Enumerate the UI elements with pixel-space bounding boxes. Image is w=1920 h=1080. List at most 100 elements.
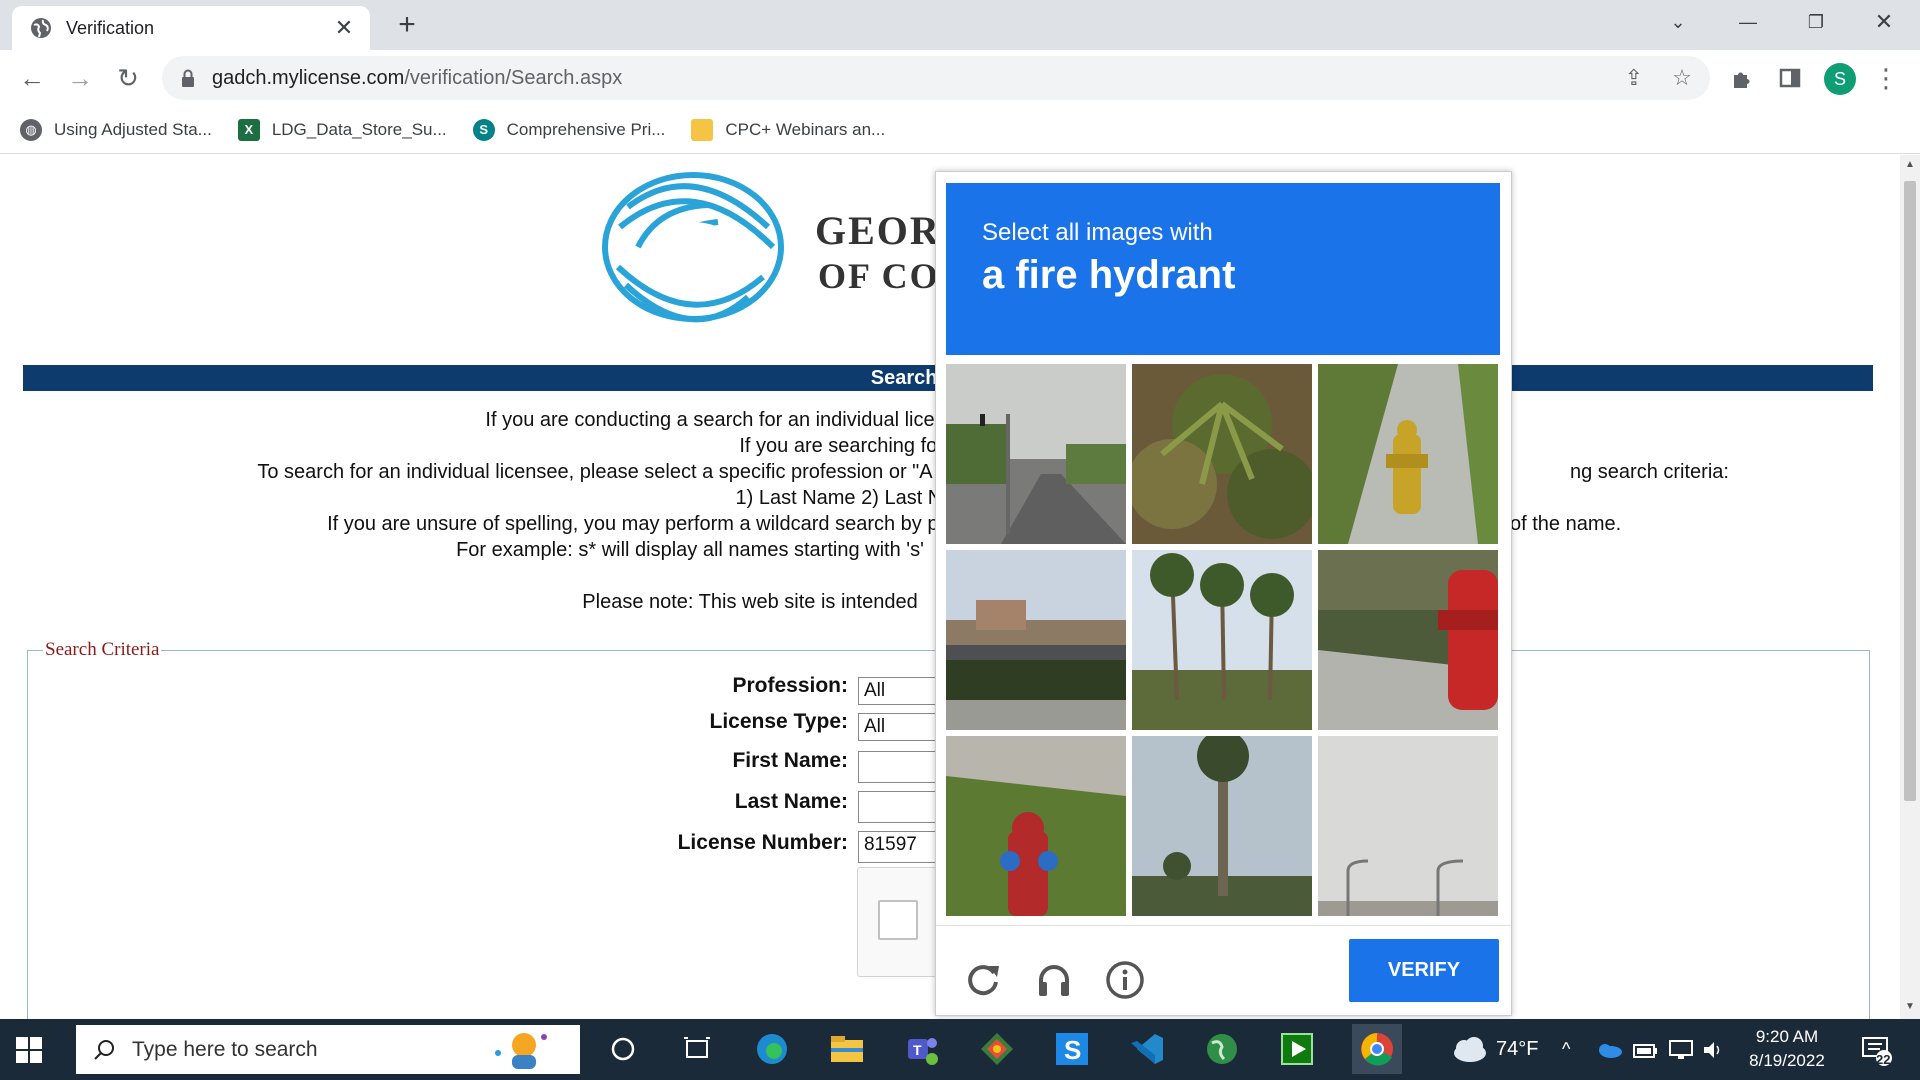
lock-icon <box>182 69 194 87</box>
scroll-down-icon[interactable]: ▼ <box>1900 1001 1920 1012</box>
folder-icon <box>691 118 714 141</box>
tab-close-icon[interactable]: ✕ <box>332 15 356 41</box>
address-bar[interactable]: gadch.mylicense.com/verification/Search.… <box>162 56 1710 100</box>
chrome-icon[interactable] <box>1352 1024 1402 1074</box>
windows-taskbar: Type here to search T S 74°F ^ 9:20 AM 8… <box>0 1019 1920 1080</box>
cloud-icon <box>1454 1036 1486 1062</box>
search-icon <box>94 1039 114 1060</box>
windows-start-icon[interactable] <box>14 1035 44 1065</box>
search-highlight-illustration-icon <box>495 1033 547 1069</box>
notification-count: 22 <box>1876 1052 1891 1067</box>
file-explorer-icon[interactable] <box>827 1029 867 1069</box>
captcha-challenge-dialog: Select all images with a fire hydrant VE… <box>935 171 1512 1016</box>
bookmark-item[interactable]: ◍ Using Adjusted Sta... <box>20 118 212 141</box>
captcha-tile-5[interactable] <box>1132 550 1312 730</box>
globe-app-icon[interactable] <box>1202 1029 1242 1069</box>
excel-icon: X <box>237 118 260 141</box>
logo-text-line2: OF CO <box>818 256 940 296</box>
network-icon[interactable] <box>1668 1019 1694 1080</box>
page-scrollbar[interactable]: ▲ ▼ <box>1900 155 1920 1019</box>
scroll-up-icon[interactable]: ▲ <box>1900 159 1920 170</box>
side-panel-icon[interactable] <box>1774 62 1806 94</box>
app-diamond-icon[interactable] <box>977 1029 1017 1069</box>
tab-strip: Verification ✕ + ⌄ — ❐ ✕ <box>0 0 1920 50</box>
last-name-label: Last Name: <box>734 790 848 813</box>
bookmark-label: Using Adjusted Sta... <box>54 119 212 139</box>
notification-center-icon[interactable]: 22 <box>1860 1019 1894 1080</box>
back-icon[interactable]: ← <box>14 60 50 96</box>
tab-search-chevron-icon[interactable]: ⌄ <box>1654 0 1702 44</box>
bookmark-label: LDG_Data_Store_Su... <box>271 119 447 139</box>
onedrive-icon[interactable] <box>1596 1019 1622 1080</box>
scrollbar-thumb[interactable] <box>1904 181 1916 801</box>
browser-toolbar: ← → ↻ gadch.mylicense.com/verification/S… <box>0 50 1920 106</box>
clock-date: 8/19/2022 <box>1749 1051 1825 1070</box>
license-number-label: License Number: <box>677 831 848 854</box>
minimize-icon[interactable]: — <box>1724 0 1772 44</box>
tray-chevron-icon[interactable]: ^ <box>1562 1019 1570 1080</box>
new-tab-button[interactable]: + <box>392 10 422 40</box>
extensions-icon[interactable] <box>1726 62 1758 94</box>
bookmark-label: CPC+ Webinars an... <box>725 119 886 139</box>
captcha-tile-6[interactable] <box>1318 550 1498 730</box>
captcha-tile-7[interactable] <box>946 736 1126 916</box>
instruction-line-tail: of the name. <box>1510 513 1622 535</box>
svg-text:S: S <box>1064 1035 1081 1065</box>
instruction-line: 1) Last Name 2) Last Name ar <box>735 487 1005 509</box>
task-view-icon[interactable] <box>677 1029 717 1069</box>
captcha-tile-2[interactable] <box>1132 364 1312 544</box>
bookmark-item[interactable]: S Comprehensive Pri... <box>472 118 666 141</box>
weather-widget[interactable]: 74°F <box>1448 1019 1538 1080</box>
captcha-tile-9[interactable] <box>1318 736 1498 916</box>
share-icon[interactable]: ⇪ <box>1618 62 1650 94</box>
audio-challenge-icon[interactable] <box>1034 960 1074 1000</box>
captcha-prompt: Select all images with <box>982 219 1213 246</box>
sharepoint-icon: S <box>472 118 495 141</box>
close-window-icon[interactable]: ✕ <box>1860 0 1908 44</box>
weather-temp: 74°F <box>1496 1038 1539 1060</box>
edge-icon[interactable] <box>752 1029 792 1069</box>
bookmark-star-icon[interactable]: ☆ <box>1666 62 1698 94</box>
captcha-target: a fire hydrant <box>982 253 1236 297</box>
restore-icon[interactable]: ❐ <box>1792 0 1840 44</box>
bookmarks-bar: ◍ Using Adjusted Sta... X LDG_Data_Store… <box>0 106 1920 154</box>
captcha-tile-4[interactable] <box>946 550 1126 730</box>
info-icon[interactable] <box>1105 960 1145 1000</box>
battery-icon[interactable] <box>1632 1019 1658 1080</box>
search-criteria-legend: Search Criteria <box>43 639 162 661</box>
cortana-icon[interactable] <box>603 1029 643 1069</box>
url-path: /verification/Search.aspx <box>404 66 623 89</box>
media-player-icon[interactable] <box>1277 1029 1317 1069</box>
forward-icon[interactable]: → <box>62 60 98 96</box>
first-name-label: First Name: <box>732 749 848 772</box>
logo-text-line1: GEOR <box>815 208 941 253</box>
instruction-line-tail: ng search criteria: <box>1570 461 1729 483</box>
menu-kebab-icon[interactable]: ⋮ <box>1870 62 1902 94</box>
search-placeholder: Type here to search <box>132 1037 318 1061</box>
captcha-tile-1[interactable] <box>946 364 1126 544</box>
agency-logo-icon <box>602 172 784 323</box>
reload-icon[interactable]: ↻ <box>110 60 146 96</box>
profession-label: Profession: <box>732 674 848 697</box>
vscode-icon[interactable] <box>1127 1029 1167 1069</box>
profile-avatar[interactable]: S <box>1824 63 1856 95</box>
bookmark-label: Comprehensive Pri... <box>506 119 666 139</box>
captcha-tile-8[interactable] <box>1132 736 1312 916</box>
bookmark-item[interactable]: CPC+ Webinars an... <box>691 118 886 141</box>
bookmark-item[interactable]: X LDG_Data_Store_Su... <box>237 118 447 141</box>
reload-challenge-icon[interactable] <box>963 960 1003 1000</box>
captcha-header: Select all images with a fire hydrant <box>946 183 1500 355</box>
teams-icon[interactable]: T <box>902 1029 942 1069</box>
license-type-label: License Type: <box>709 710 849 733</box>
verify-button[interactable]: VERIFY <box>1349 939 1499 1002</box>
url-domain: gadch.mylicense.com <box>212 66 405 89</box>
captcha-tile-3[interactable] <box>1318 364 1498 544</box>
tab-verification[interactable]: Verification ✕ <box>12 6 370 50</box>
recaptcha-checkbox[interactable] <box>878 900 918 940</box>
sharepoint-s-icon[interactable]: S <box>1052 1029 1092 1069</box>
globe-icon <box>31 18 51 38</box>
clock-time: 9:20 AM <box>1755 1027 1819 1046</box>
volume-icon[interactable] <box>1702 1019 1724 1080</box>
taskbar-search-input[interactable]: Type here to search <box>76 1025 580 1074</box>
taskbar-clock[interactable]: 9:20 AM 8/19/2022 <box>1722 1025 1852 1073</box>
